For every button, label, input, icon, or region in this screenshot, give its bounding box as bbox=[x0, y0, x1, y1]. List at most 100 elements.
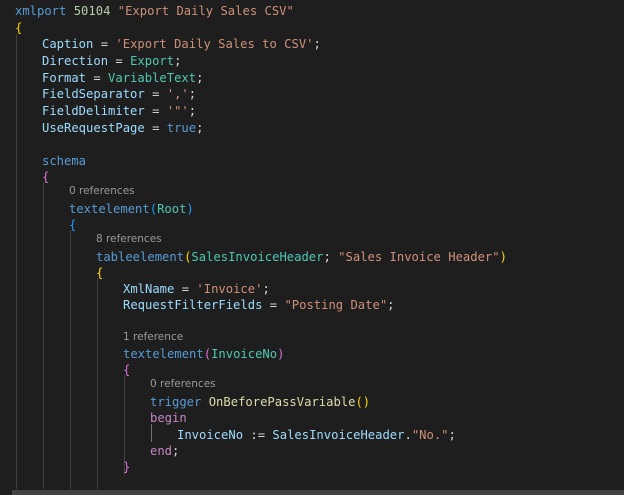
semicolon: ; bbox=[313, 37, 321, 51]
semicolon: ; bbox=[387, 298, 395, 312]
semicolon: ; bbox=[196, 121, 204, 135]
indent-guide-active bbox=[151, 424, 152, 442]
codelens-references[interactable]: 0 references bbox=[150, 378, 216, 391]
codelens-references[interactable]: 8 references bbox=[96, 233, 162, 246]
keyword-xmlport: xmlport bbox=[15, 4, 67, 18]
open-brace: { bbox=[15, 21, 23, 35]
object-name: "Export Daily Sales CSV" bbox=[117, 4, 294, 18]
code-line-xmlname: XmlName = 'Invoice'; bbox=[123, 281, 624, 297]
semicolon: ; bbox=[188, 87, 197, 101]
close-paren: ) bbox=[186, 202, 194, 216]
code-line-begin: begin bbox=[150, 410, 624, 426]
record-name: SalesInvoiceHeader bbox=[272, 428, 405, 442]
code-line-open-brace: { bbox=[15, 20, 624, 36]
assign-op: = bbox=[144, 104, 167, 118]
code-line-textelement-invoice: textelement(InvoiceNo) bbox=[123, 346, 624, 362]
property-value: '"' bbox=[166, 104, 189, 118]
open-paren: ( bbox=[149, 202, 158, 216]
keyword-textelement: textelement bbox=[123, 347, 204, 361]
semicolon: ; bbox=[262, 282, 270, 296]
element-name: SalesInvoiceHeader bbox=[191, 250, 324, 264]
codelens-references[interactable]: 0 references bbox=[69, 185, 135, 198]
assign-op: = bbox=[93, 37, 116, 51]
property-value: true bbox=[166, 121, 197, 135]
keyword-begin: begin bbox=[150, 411, 187, 425]
semicolon: ; bbox=[172, 444, 180, 458]
code-line-field-delimiter: FieldDelimiter = '"'; bbox=[42, 103, 624, 119]
property-value: Export bbox=[130, 54, 175, 68]
assign-op: = bbox=[108, 54, 131, 68]
property-name: RequestFilterFields bbox=[123, 298, 263, 312]
assign-op: = bbox=[174, 282, 197, 296]
element-name: Root bbox=[157, 202, 187, 216]
semicolon: ; bbox=[174, 54, 182, 68]
indent-guide bbox=[97, 278, 98, 490]
open-brace: { bbox=[42, 170, 50, 184]
keyword-trigger: trigger bbox=[150, 395, 202, 409]
codelens-references[interactable]: 1 reference bbox=[123, 331, 183, 344]
property-name: FieldSeparator bbox=[42, 87, 145, 101]
semicolon: ; bbox=[196, 71, 204, 85]
trigger-parens: () bbox=[355, 395, 371, 409]
object-id: 50104 bbox=[73, 4, 111, 18]
property-name: UseRequestPage bbox=[42, 121, 145, 135]
close-paren: ) bbox=[499, 250, 507, 264]
open-brace: { bbox=[69, 218, 77, 232]
open-paren: ( bbox=[203, 347, 212, 361]
property-name: FieldDelimiter bbox=[42, 104, 145, 118]
code-line-textelement-root: textelement(Root) bbox=[69, 201, 624, 217]
indent-guide bbox=[43, 182, 44, 494]
code-line-caption: Caption = 'Export Daily Sales to CSV'; bbox=[42, 36, 624, 52]
keyword-schema: schema bbox=[42, 154, 87, 168]
open-brace: { bbox=[96, 266, 104, 280]
code-line-close-brace: } bbox=[123, 459, 624, 475]
property-value: ',' bbox=[166, 87, 189, 101]
property-value: 'Invoice' bbox=[196, 282, 263, 296]
indent-guide bbox=[16, 34, 17, 494]
assign-op: = bbox=[86, 71, 109, 85]
property-name: Direction bbox=[42, 54, 109, 68]
semicolon: ; bbox=[188, 104, 197, 118]
code-editor[interactable]: xmlport 50104 "Export Daily Sales CSV" {… bbox=[0, 0, 624, 495]
close-paren: ) bbox=[277, 347, 285, 361]
property-name: Format bbox=[42, 71, 87, 85]
property-name: Caption bbox=[42, 37, 94, 51]
separator: ; bbox=[323, 250, 339, 264]
field-name: "No." bbox=[411, 428, 449, 442]
code-line-table-brace: { bbox=[96, 265, 624, 281]
code-line-schema-brace: { bbox=[42, 169, 624, 185]
code-line-xmlport: xmlport 50104 "Export Daily Sales CSV" bbox=[15, 3, 624, 19]
close-brace: } bbox=[123, 460, 131, 474]
keyword-textelement: textelement bbox=[69, 202, 150, 216]
property-value: VariableText bbox=[108, 71, 197, 85]
code-line-direction: Direction = Export; bbox=[42, 53, 624, 69]
keyword-tableelement: tableelement bbox=[96, 250, 185, 264]
code-line-root-brace: { bbox=[69, 217, 624, 233]
code-line-tableelement: tableelement(SalesInvoiceHeader; "Sales … bbox=[96, 249, 624, 265]
code-line-assign: InvoiceNo := SalesInvoiceHeader."No."; bbox=[177, 427, 624, 443]
indent-guide bbox=[70, 230, 71, 494]
semicolon: ; bbox=[448, 428, 456, 442]
code-line-use-request-page: UseRequestPage = true; bbox=[42, 120, 624, 136]
code-line-field-separator: FieldSeparator = ','; bbox=[42, 86, 624, 102]
element-name: InvoiceNo bbox=[211, 347, 278, 361]
code-line-schema: schema bbox=[42, 153, 624, 169]
assign-op: := bbox=[243, 428, 273, 442]
property-value: 'Export Daily Sales to CSV' bbox=[115, 37, 314, 51]
table-name: "Sales Invoice Header" bbox=[338, 250, 500, 264]
code-line-trigger: trigger OnBeforePassVariable() bbox=[150, 394, 624, 410]
assign-op: = bbox=[144, 121, 167, 135]
variable-name: InvoiceNo bbox=[177, 428, 244, 442]
trigger-name: OnBeforePassVariable bbox=[208, 395, 356, 409]
assign-op: = bbox=[262, 298, 285, 312]
dot: . bbox=[404, 428, 412, 442]
code-line-format: Format = VariableText; bbox=[42, 70, 624, 86]
code-line-end: end; bbox=[150, 443, 624, 459]
horizontal-scrollbar-thumb[interactable] bbox=[12, 490, 624, 495]
code-line-request-filter-fields: RequestFilterFields = "Posting Date"; bbox=[123, 297, 624, 313]
keyword-end: end bbox=[150, 444, 173, 458]
assign-op: = bbox=[144, 87, 167, 101]
property-value: "Posting Date" bbox=[284, 298, 388, 312]
property-name: XmlName bbox=[123, 282, 175, 296]
open-brace: { bbox=[123, 363, 131, 377]
